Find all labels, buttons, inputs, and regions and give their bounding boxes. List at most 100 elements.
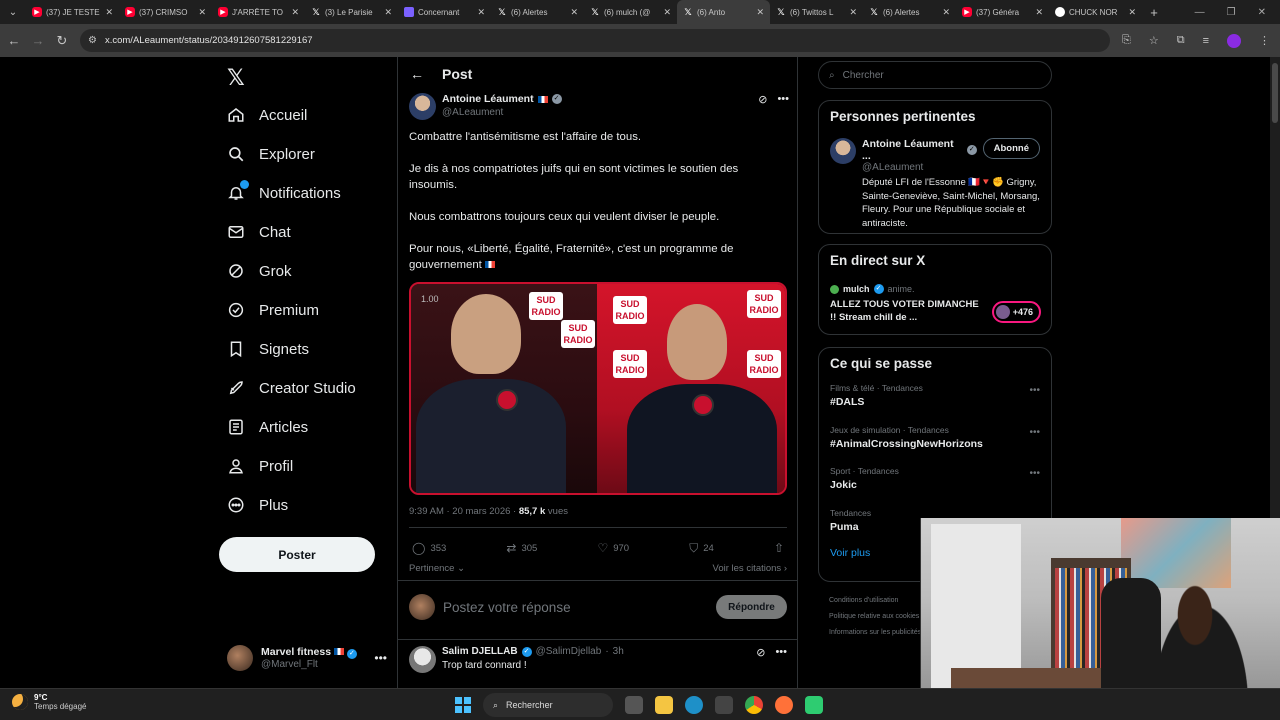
address-bar[interactable]: ⚙ x.com/ALeaument/status/203491260758122… (80, 29, 1110, 52)
more-dots-icon[interactable]: ••• (1029, 468, 1040, 479)
install-app-icon[interactable]: ⎘ (1122, 34, 1131, 47)
reply-avatar[interactable] (409, 646, 436, 673)
tab-close-icon[interactable]: ✕ (477, 7, 485, 18)
browser-tab[interactable]: CHUCK NOR ✕ (1049, 0, 1142, 24)
trend-item[interactable]: Films & télé · Tendances #DALS ••• (830, 379, 1040, 421)
tab-close-icon[interactable]: ✕ (942, 7, 950, 18)
share-button[interactable]: ⇧ (774, 540, 784, 556)
browser-tab[interactable]: ▶ (37) Généra ✕ (956, 0, 1049, 24)
nav-item-profil[interactable]: Profil (227, 451, 293, 481)
browser-tab[interactable]: 𝕏 (3) Le Parisie ✕ (305, 0, 398, 24)
browser-tab[interactable]: 𝕏 (6) Alertes ✕ (491, 0, 584, 24)
browser-tab[interactable]: Concernant ✕ (398, 0, 491, 24)
reply-time[interactable]: 3h (613, 646, 624, 657)
more-dots-icon[interactable]: ••• (777, 93, 789, 106)
nav-item-premium[interactable]: Premium (227, 295, 319, 325)
extensions-icon[interactable]: ⧉ (1177, 34, 1185, 47)
search-input[interactable]: ⌕ Chercher (818, 61, 1052, 89)
post-video[interactable]: 1.00 SUD RADIO SUD RADIO SUD RADIO SUD RADIO… (409, 282, 787, 495)
tab-close-icon[interactable]: ✕ (1035, 7, 1043, 18)
grok-icon[interactable]: ⊘ (756, 646, 765, 659)
reply-author-handle[interactable]: @SalimDjellab (536, 646, 602, 657)
scrollbar-thumb[interactable] (1272, 63, 1278, 123)
reload-icon[interactable]: ↻ (50, 33, 74, 49)
weather-widget[interactable]: 9°C Temps dégagé (12, 693, 86, 711)
reply-button[interactable]: ◯ 353 (412, 540, 446, 556)
more-dots-icon[interactable]: ••• (1029, 427, 1040, 438)
store-icon[interactable] (715, 696, 733, 714)
bookmark-button[interactable]: ⛉ 24 (689, 540, 714, 556)
tab-close-icon[interactable]: ✕ (1128, 7, 1136, 18)
bookmark-star-icon[interactable]: ☆ (1149, 34, 1159, 47)
nav-item-explorer[interactable]: Explorer (227, 139, 315, 169)
nav-item-signets[interactable]: Signets (227, 334, 309, 364)
author-name[interactable]: Antoine Léaument ✓ (442, 93, 562, 105)
tab-close-icon[interactable]: ✕ (384, 7, 392, 18)
live-listener-badge[interactable]: +476 (991, 301, 1041, 323)
media-control-icon[interactable]: ≡ (1203, 35, 1209, 47)
back-arrow-icon[interactable]: ← (410, 66, 424, 82)
grok-icon[interactable]: ⊘ (758, 93, 767, 106)
more-dots-icon[interactable]: ••• (374, 651, 387, 665)
footer-link[interactable]: Politique relative aux cookies (829, 609, 929, 625)
repost-button[interactable]: ⇄ 305 (506, 540, 537, 556)
reply-item[interactable]: Salim DJELLAB ✓ @SalimDjellab · 3h Trop … (409, 646, 787, 686)
reply-author-name[interactable]: Salim DJELLAB (442, 646, 518, 657)
tab-close-icon[interactable]: ✕ (756, 7, 764, 18)
close-window-button[interactable]: ✕ (1258, 7, 1266, 18)
nav-item-creator-studio[interactable]: Creator Studio (227, 373, 356, 403)
post-button[interactable]: Poster (219, 537, 375, 572)
x-logo-icon[interactable]: 𝕏 (227, 65, 245, 91)
browser-tab[interactable]: 𝕏 (6) Twittos L ✕ (770, 0, 863, 24)
trend-item[interactable]: Jeux de simulation · Tendances #AnimalCro… (830, 421, 1040, 463)
chrome-icon[interactable] (745, 696, 763, 714)
trend-item[interactable]: Sport · Tendances Jokic ••• (830, 462, 1040, 504)
nav-item-plus[interactable]: Plus (227, 490, 288, 520)
sort-dropdown[interactable]: Pertinence ⌄ (409, 563, 465, 574)
browser-menu-icon[interactable]: ⋮ (1259, 34, 1270, 47)
back-arrow-icon[interactable]: ← (2, 33, 26, 48)
live-title[interactable]: ALLEZ TOUS VOTER DIMANCHE !! Stream chil… (830, 298, 980, 324)
person-row[interactable]: Antoine Léaument ... ✓ @ALeaument Abonné (830, 138, 1040, 173)
browser-tab[interactable]: 𝕏 (6) mulch (@ ✕ (584, 0, 677, 24)
browser-tab[interactable]: ▶ (37) JE TESTE ✕ (26, 0, 119, 24)
tab-close-icon[interactable]: ✕ (291, 7, 299, 18)
author-avatar[interactable] (409, 93, 436, 120)
nav-item-accueil[interactable]: Accueil (227, 100, 307, 130)
profile-avatar[interactable] (1227, 33, 1241, 48)
maximize-button[interactable]: ❐ (1227, 7, 1236, 18)
browser-tab[interactable]: ▶ (37) CRIMSO ✕ (119, 0, 212, 24)
tab-close-icon[interactable]: ✕ (105, 7, 113, 18)
task-view-icon[interactable] (625, 696, 643, 714)
live-host[interactable]: mulch ✓ anime. (830, 284, 1040, 294)
person-avatar[interactable] (830, 138, 856, 164)
browser-tab[interactable]: ▶ J'ARRÊTE TO ✕ (212, 0, 305, 24)
view-quotes-link[interactable]: Voir les citations › (713, 563, 787, 574)
browser-tab[interactable]: 𝕏 (6) Alertes ✕ (863, 0, 956, 24)
following-button[interactable]: Abonné (982, 138, 1040, 159)
person-handle[interactable]: @ALeaument (862, 162, 977, 173)
more-dots-icon[interactable]: ••• (1029, 385, 1040, 396)
like-button[interactable]: ♡ 970 (597, 540, 629, 556)
tab-search-chevron-icon[interactable]: ⌄ (0, 0, 26, 24)
footer-link[interactable]: Conditions d'utilisation (829, 593, 929, 609)
browser-tab[interactable]: 𝕏 (6) Anto ✕ (677, 0, 770, 24)
tab-close-icon[interactable]: ✕ (570, 7, 578, 18)
nav-item-articles[interactable]: Articles (227, 412, 308, 442)
new-tab-button[interactable]: + (1142, 5, 1166, 20)
reply-submit-button[interactable]: Répondre (716, 595, 787, 619)
taskbar-search[interactable]: ⌕ Rechercher (483, 693, 613, 717)
account-switcher[interactable]: Marvel fitness ✓ @Marvel_Flt ••• (227, 641, 387, 675)
tab-close-icon[interactable]: ✕ (663, 7, 671, 18)
site-info-icon[interactable]: ⚙ (88, 35, 97, 46)
windows-start-icon[interactable] (455, 697, 471, 713)
nav-item-grok[interactable]: Grok (227, 256, 292, 286)
tab-close-icon[interactable]: ✕ (198, 7, 206, 18)
tab-close-icon[interactable]: ✕ (849, 7, 857, 18)
forward-arrow-icon[interactable]: → (26, 33, 50, 48)
footer-link[interactable]: Informations sur les publicités (829, 625, 929, 641)
edge-icon[interactable] (685, 696, 703, 714)
person-name[interactable]: Antoine Léaument ... ✓ (862, 138, 977, 162)
nav-item-chat[interactable]: Chat (227, 217, 291, 247)
file-explorer-icon[interactable] (655, 696, 673, 714)
